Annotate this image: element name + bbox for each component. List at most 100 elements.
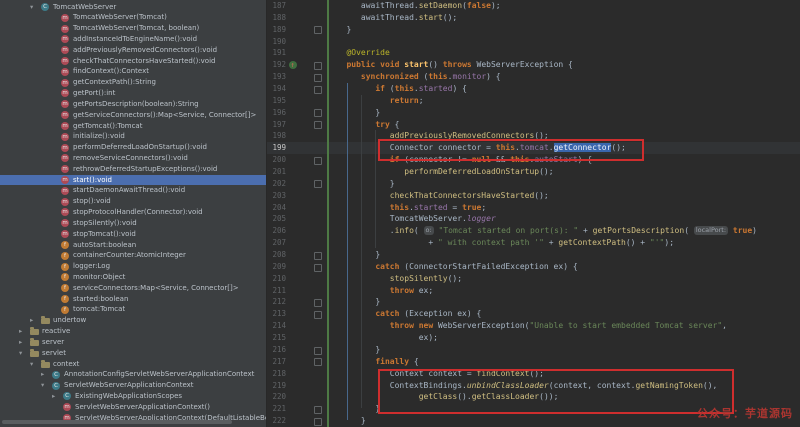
line-number[interactable]: 196 <box>267 107 286 119</box>
code-editor[interactable]: 187 awaitThread.setDaemon(false);188 awa… <box>267 0 800 427</box>
chevron-down-icon[interactable]: ▾ <box>41 380 44 391</box>
chevron-down-icon[interactable]: ▾ <box>30 2 33 13</box>
line-number[interactable]: 198 <box>267 130 286 142</box>
fold-marker-icon[interactable] <box>314 347 322 355</box>
code-line[interactable]: 190 <box>267 36 800 48</box>
line-number[interactable]: 202 <box>267 178 286 190</box>
structure-item[interactable]: ▸server <box>0 337 266 348</box>
structure-item[interactable]: mServletWebServerApplicationContext() <box>0 402 266 413</box>
line-number[interactable]: 213 <box>267 308 286 320</box>
line-number[interactable]: 188 <box>267 12 286 24</box>
structure-item[interactable]: ▾CServletWebServerApplicationContext <box>0 380 266 391</box>
fold-marker-icon[interactable] <box>314 86 322 94</box>
structure-item[interactable]: ▸reactive <box>0 326 266 337</box>
structure-item[interactable]: mstartDaemonAwaitThread():void <box>0 185 266 196</box>
structure-item[interactable]: mstop():void <box>0 196 266 207</box>
chevron-down-icon[interactable]: ▾ <box>30 359 33 370</box>
structure-item[interactable]: mrethrowDeferredStartupExceptions():void <box>0 164 266 175</box>
structure-item[interactable]: ▾servlet <box>0 348 266 359</box>
line-number[interactable]: 207 <box>267 237 286 249</box>
structure-item[interactable]: mfindContext():Context <box>0 66 266 77</box>
structure-item[interactable]: ▾context <box>0 359 266 370</box>
fold-marker-icon[interactable] <box>314 264 322 272</box>
code-line[interactable]: 191 @Override <box>267 47 800 59</box>
line-number[interactable]: 206 <box>267 225 286 237</box>
line-number[interactable]: 218 <box>267 368 286 380</box>
structure-item[interactable]: ftomcat:Tomcat <box>0 304 266 315</box>
structure-item[interactable]: fautoStart:boolean <box>0 240 266 251</box>
code-line[interactable]: 187 awaitThread.setDaemon(false); <box>267 0 800 12</box>
fold-marker-icon[interactable] <box>314 180 322 188</box>
line-number[interactable]: 215 <box>267 332 286 344</box>
line-number[interactable]: 201 <box>267 166 286 178</box>
line-number[interactable]: 203 <box>267 190 286 202</box>
structure-item[interactable]: mgetTomcat():Tomcat <box>0 121 266 132</box>
structure-item[interactable]: ▸undertow <box>0 315 266 326</box>
structure-item[interactable]: mTomcatWebServer(Tomcat) <box>0 12 266 23</box>
fold-marker-icon[interactable] <box>314 418 322 426</box>
line-number[interactable]: 192 <box>267 59 286 71</box>
line-number[interactable]: 199 <box>267 142 286 154</box>
line-number[interactable]: 191 <box>267 47 286 59</box>
fold-marker-icon[interactable] <box>314 311 322 319</box>
override-marker-icon[interactable] <box>289 61 297 69</box>
structure-item[interactable]: minitialize():void <box>0 131 266 142</box>
chevron-down-icon[interactable]: ▾ <box>19 348 22 359</box>
fold-marker-icon[interactable] <box>314 109 322 117</box>
fold-marker-icon[interactable] <box>314 74 322 82</box>
code-line[interactable]: 192 public void start() throws WebServer… <box>267 59 800 71</box>
line-number[interactable]: 208 <box>267 249 286 261</box>
line-number[interactable]: 212 <box>267 296 286 308</box>
line-number[interactable]: 197 <box>267 119 286 131</box>
line-number[interactable]: 190 <box>267 36 286 48</box>
structure-item[interactable]: ▸CAnnotationConfigServletWebServerApplic… <box>0 369 266 380</box>
line-number[interactable]: 189 <box>267 24 286 36</box>
structure-item[interactable]: mgetContextPath():String <box>0 77 266 88</box>
code-line[interactable]: 193 synchronized (this.monitor) { <box>267 71 800 83</box>
structure-item[interactable]: mstopTomcat():void <box>0 229 266 240</box>
structure-item[interactable]: maddInstanceIdToEngineName():void <box>0 34 266 45</box>
structure-item[interactable]: flogger:Log <box>0 261 266 272</box>
structure-item[interactable]: mgetPortsDescription(boolean):String <box>0 99 266 110</box>
structure-item[interactable]: mstopSilently():void <box>0 218 266 229</box>
line-number[interactable]: 219 <box>267 380 286 392</box>
chevron-right-icon[interactable]: ▸ <box>19 337 22 348</box>
structure-item[interactable]: mperformDeferredLoadOnStartup():void <box>0 142 266 153</box>
fold-marker-icon[interactable] <box>314 157 322 165</box>
chevron-right-icon[interactable]: ▸ <box>41 369 44 380</box>
horizontal-scrollbar-thumb[interactable] <box>2 420 232 424</box>
fold-marker-icon[interactable] <box>314 252 322 260</box>
line-number[interactable]: 211 <box>267 285 286 297</box>
structure-item[interactable]: maddPreviouslyRemovedConnectors():void <box>0 45 266 56</box>
line-number[interactable]: 220 <box>267 391 286 403</box>
structure-item[interactable]: mremoveServiceConnectors():void <box>0 153 266 164</box>
line-number[interactable]: 204 <box>267 202 286 214</box>
line-number[interactable]: 200 <box>267 154 286 166</box>
chevron-right-icon[interactable]: ▸ <box>30 315 33 326</box>
line-number[interactable]: 209 <box>267 261 286 273</box>
fold-marker-icon[interactable] <box>314 62 322 70</box>
structure-item[interactable]: mTomcatWebServer(Tomcat, boolean) <box>0 23 266 34</box>
structure-item[interactable]: mgetPort():int <box>0 88 266 99</box>
line-number[interactable]: 217 <box>267 356 286 368</box>
structure-item[interactable]: mstart():void <box>0 175 266 186</box>
line-number[interactable]: 187 <box>267 0 286 12</box>
line-number[interactable]: 216 <box>267 344 286 356</box>
structure-item[interactable]: ▸CExistingWebApplicationScopes <box>0 391 266 402</box>
line-number[interactable]: 221 <box>267 403 286 415</box>
line-number[interactable]: 205 <box>267 213 286 225</box>
structure-item[interactable]: mcheckThatConnectorsHaveStarted():void <box>0 56 266 67</box>
line-number[interactable]: 214 <box>267 320 286 332</box>
line-number[interactable]: 210 <box>267 273 286 285</box>
structure-item[interactable]: mstopProtocolHandler(Connector):void <box>0 207 266 218</box>
code-line[interactable]: 188 awaitThread.start(); <box>267 12 800 24</box>
structure-item[interactable]: mgetServiceConnectors():Map<Service, Con… <box>0 110 266 121</box>
structure-item[interactable]: fserviceConnectors:Map<Service, Connecto… <box>0 283 266 294</box>
fold-marker-icon[interactable] <box>314 299 322 307</box>
fold-marker-icon[interactable] <box>314 26 322 34</box>
structure-item[interactable]: fmonitor:Object <box>0 272 266 283</box>
fold-marker-icon[interactable] <box>314 121 322 129</box>
line-number[interactable]: 194 <box>267 83 286 95</box>
structure-item[interactable]: fcontainerCounter:AtomicInteger <box>0 250 266 261</box>
line-number[interactable]: 195 <box>267 95 286 107</box>
